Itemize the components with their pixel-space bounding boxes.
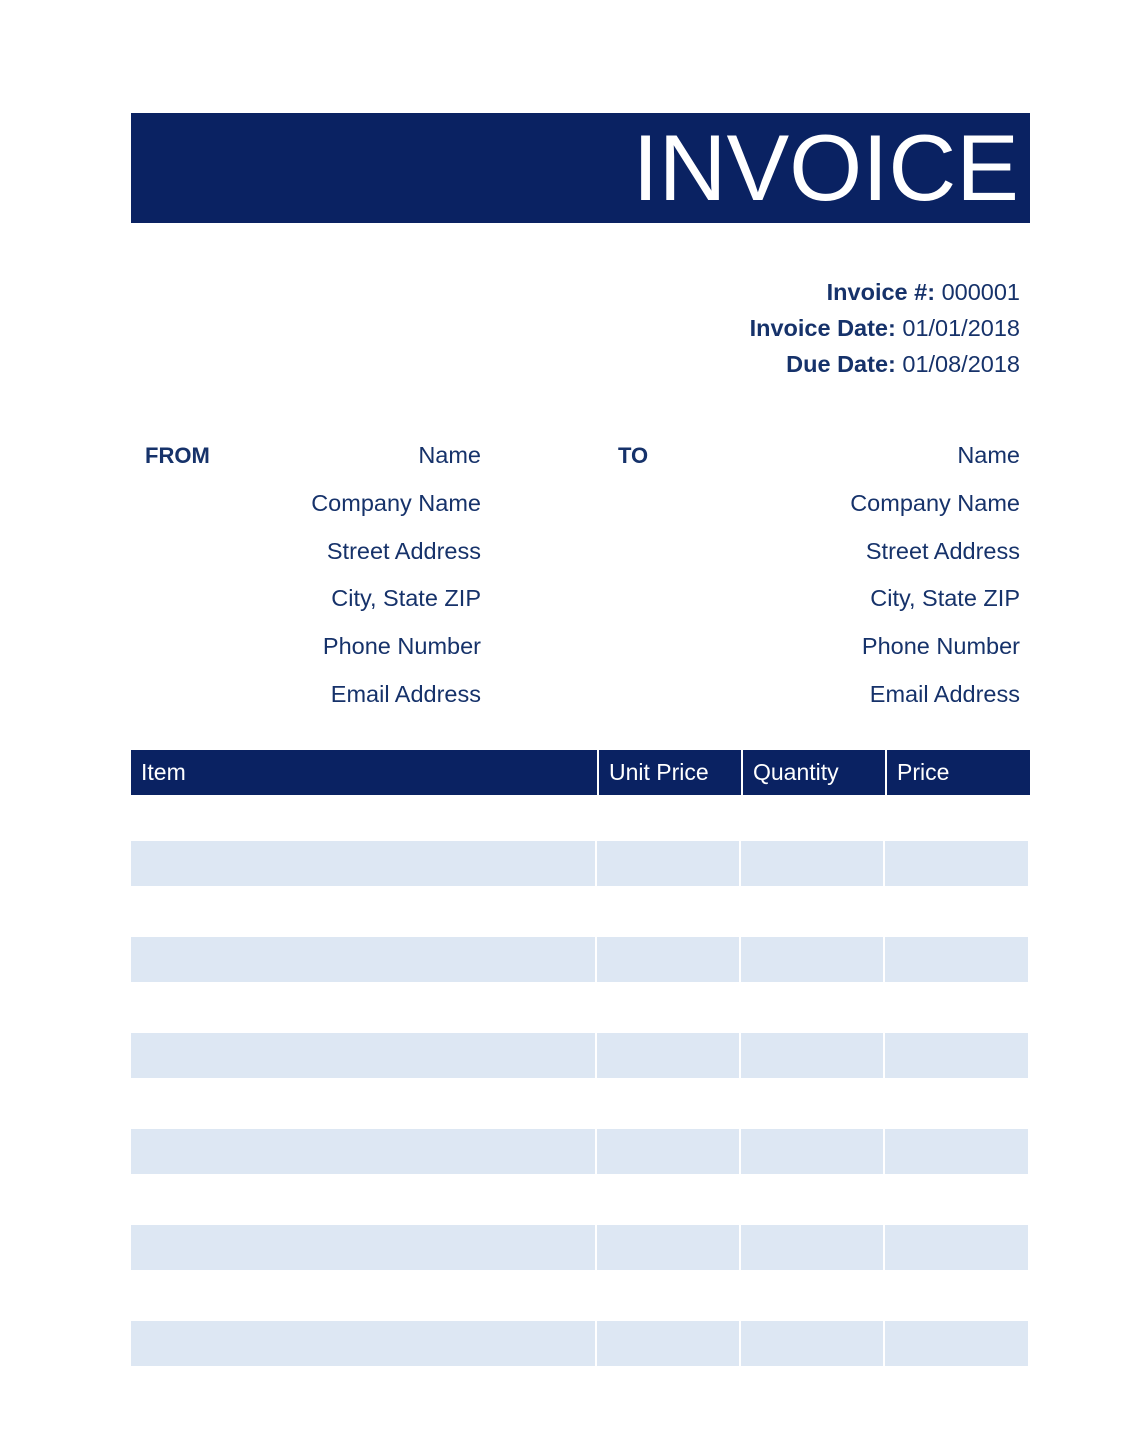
invoice-page: INVOICE Invoice #: 000001 Invoice Date: …: [0, 0, 1148, 1434]
cell-unit-price[interactable]: [597, 937, 739, 982]
cell-item[interactable]: [131, 1321, 595, 1366]
column-header-price: Price: [885, 750, 1030, 795]
invoice-date-value: 01/01/2018: [902, 315, 1020, 341]
to-name[interactable]: Name: [604, 432, 1020, 480]
table-row: [131, 841, 1030, 886]
from-phone-number[interactable]: Phone Number: [131, 623, 481, 671]
to-label: TO: [618, 443, 649, 468]
cell-unit-price[interactable]: [597, 1225, 739, 1270]
due-date-label: Due Date:: [786, 351, 896, 377]
table-row: [131, 1225, 1030, 1270]
from-email-address[interactable]: Email Address: [131, 671, 481, 719]
from-city-state-zip[interactable]: City, State ZIP: [131, 575, 481, 623]
invoice-number-label: Invoice #:: [826, 279, 936, 305]
cell-quantity[interactable]: [741, 937, 883, 982]
to-company[interactable]: Company Name: [604, 480, 1020, 528]
from-label: FROM: [145, 443, 210, 468]
to-email-address[interactable]: Email Address: [604, 671, 1020, 719]
cell-price[interactable]: [885, 1321, 1028, 1366]
to-block: TO Name Company Name Street Address City…: [604, 432, 1020, 719]
cell-price[interactable]: [885, 1033, 1028, 1078]
from-street-address[interactable]: Street Address: [131, 528, 481, 576]
cell-item[interactable]: [131, 1129, 595, 1174]
invoice-number-row: Invoice #: 000001: [600, 274, 1020, 310]
invoice-date-row: Invoice Date: 01/01/2018: [600, 310, 1020, 346]
to-phone-number[interactable]: Phone Number: [604, 623, 1020, 671]
due-date-value: 01/08/2018: [902, 351, 1020, 377]
cell-price[interactable]: [885, 1225, 1028, 1270]
to-street-address[interactable]: Street Address: [604, 528, 1020, 576]
cell-quantity[interactable]: [741, 841, 883, 886]
table-row: [131, 1129, 1030, 1174]
invoice-meta: Invoice #: 000001 Invoice Date: 01/01/20…: [600, 274, 1020, 382]
cell-unit-price[interactable]: [597, 1321, 739, 1366]
to-header-row: TO Name: [604, 432, 1020, 480]
to-city-state-zip[interactable]: City, State ZIP: [604, 575, 1020, 623]
table-row: [131, 1321, 1030, 1366]
cell-unit-price[interactable]: [597, 1129, 739, 1174]
from-company[interactable]: Company Name: [131, 480, 481, 528]
page-title: INVOICE: [632, 115, 1019, 220]
cell-quantity[interactable]: [741, 1033, 883, 1078]
column-header-item: Item: [131, 750, 597, 795]
cell-price[interactable]: [885, 841, 1028, 886]
items-table-body: [131, 841, 1030, 1417]
column-header-unit-price: Unit Price: [597, 750, 741, 795]
cell-quantity[interactable]: [741, 1225, 883, 1270]
cell-item[interactable]: [131, 1225, 595, 1270]
invoice-number-value: 000001: [941, 279, 1020, 305]
from-header-row: FROM Name: [131, 432, 481, 480]
cell-unit-price[interactable]: [597, 1033, 739, 1078]
invoice-header-banner: INVOICE: [131, 113, 1030, 223]
table-row: [131, 1033, 1030, 1078]
from-block: FROM Name Company Name Street Address Ci…: [131, 432, 481, 719]
cell-item[interactable]: [131, 841, 595, 886]
due-date-row: Due Date: 01/08/2018: [600, 346, 1020, 382]
cell-unit-price[interactable]: [597, 841, 739, 886]
table-row: [131, 937, 1030, 982]
cell-item[interactable]: [131, 1033, 595, 1078]
cell-item[interactable]: [131, 937, 595, 982]
column-header-quantity: Quantity: [741, 750, 885, 795]
cell-price[interactable]: [885, 937, 1028, 982]
cell-price[interactable]: [885, 1129, 1028, 1174]
invoice-date-label: Invoice Date:: [749, 315, 896, 341]
cell-quantity[interactable]: [741, 1129, 883, 1174]
items-table: Item Unit Price Quantity Price: [131, 750, 1030, 1366]
cell-quantity[interactable]: [741, 1321, 883, 1366]
items-table-header: Item Unit Price Quantity Price: [131, 750, 1030, 795]
